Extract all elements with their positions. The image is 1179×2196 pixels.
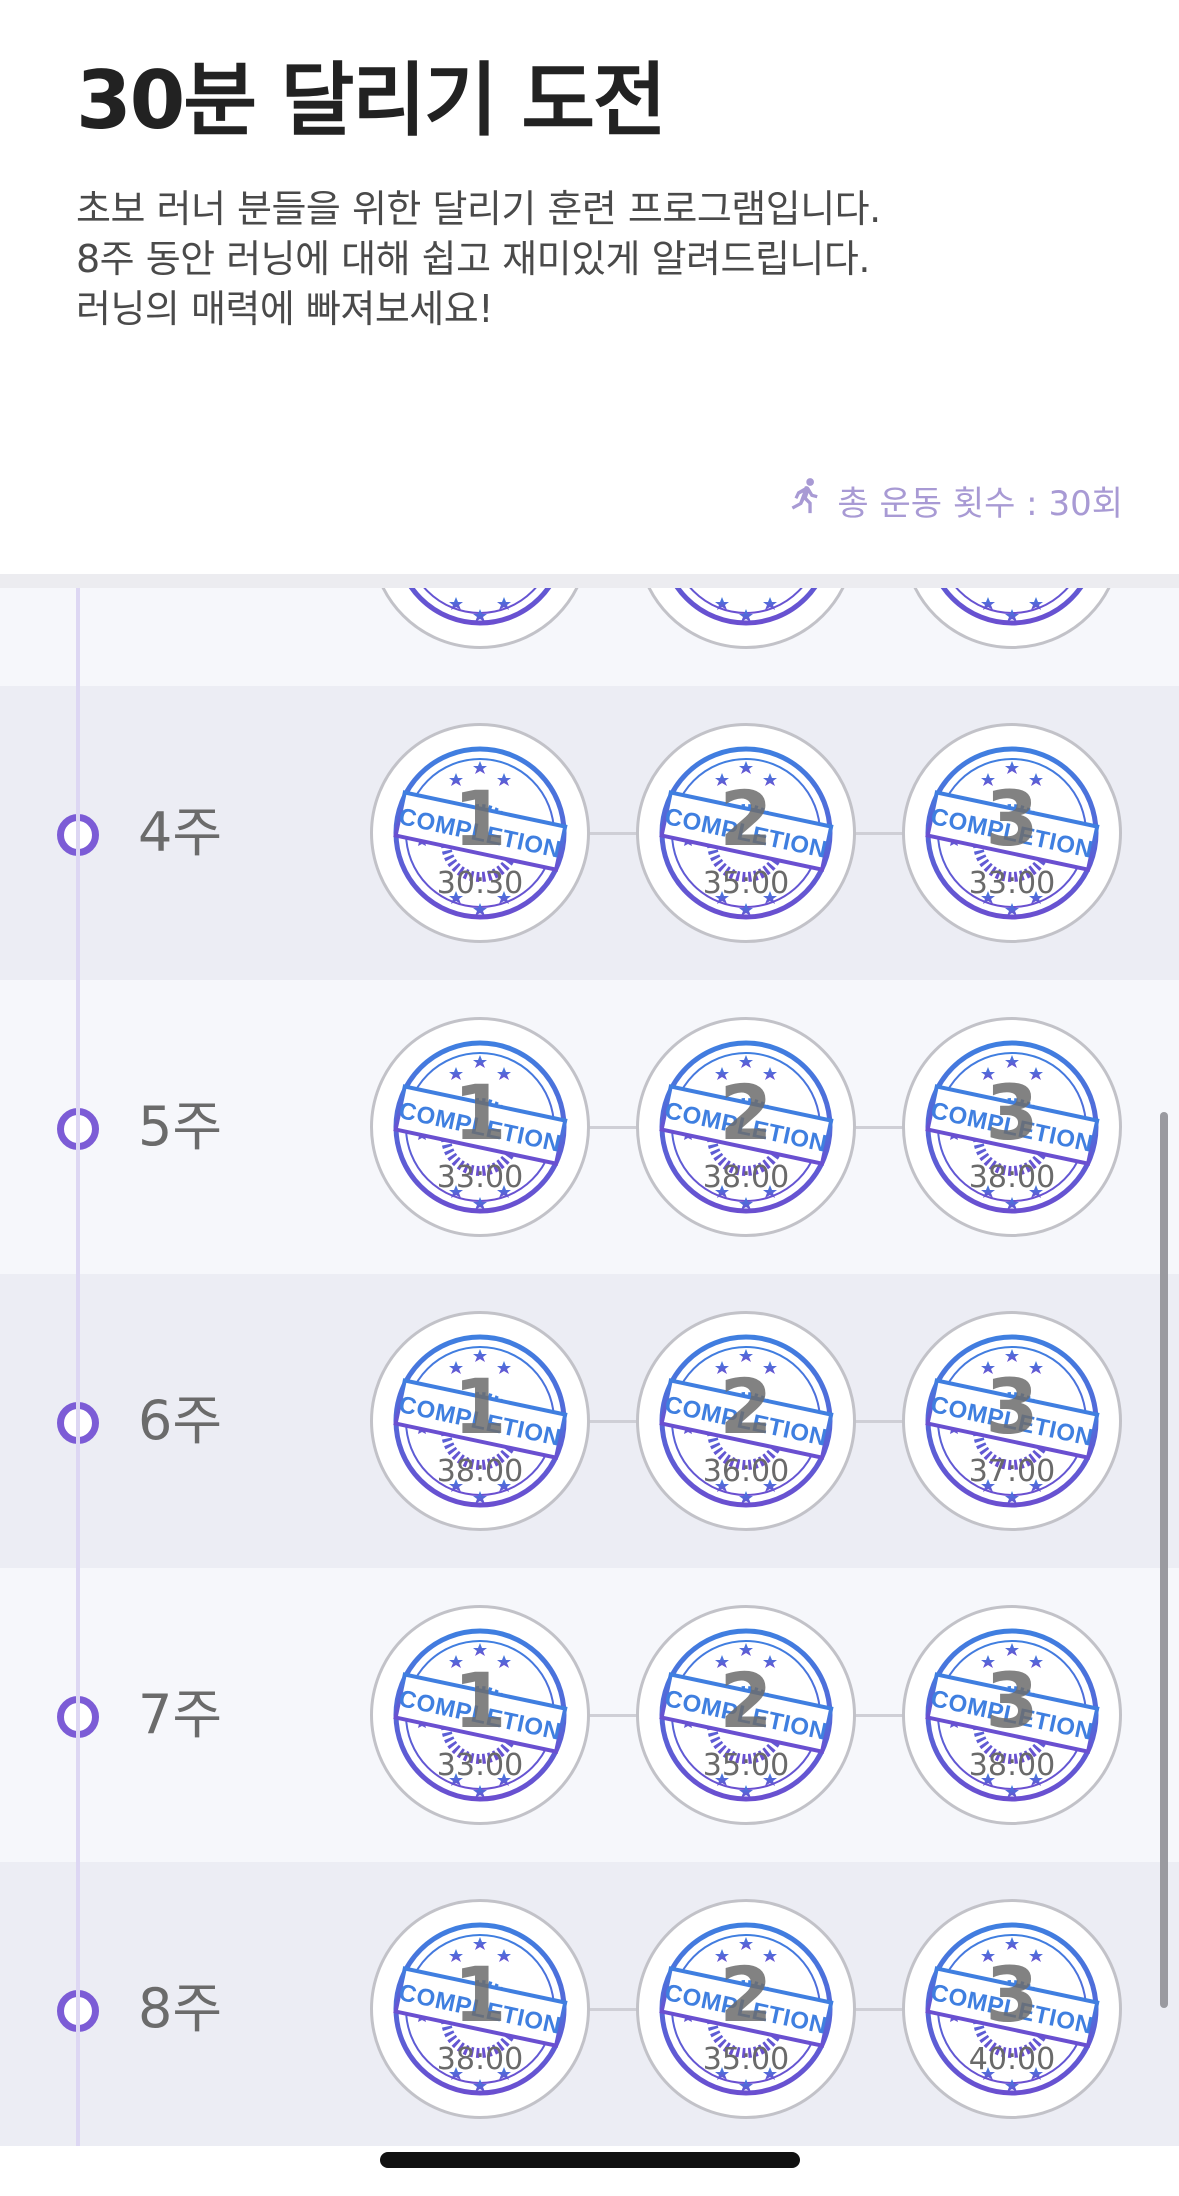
session-connector	[586, 1714, 640, 1717]
session-badge[interactable]: COMPLETION	[902, 588, 1122, 649]
session-badge[interactable]: COMPLETION 2 35:00	[636, 1605, 856, 1825]
session-badge[interactable]: COMPLETION 1 30:30	[370, 723, 590, 943]
session-number: 2	[719, 1362, 773, 1451]
session-number: 1	[453, 1656, 507, 1745]
week-row[interactable]: COMPLETION COMPLETION COMPLETION	[0, 588, 1179, 686]
session-badge[interactable]: COMPLETION 1 38:00	[370, 1899, 590, 2119]
session-badge[interactable]: COMPLETION	[636, 588, 856, 649]
session-badge[interactable]: COMPLETION 3 38:00	[902, 1605, 1122, 1825]
session-number: 3	[985, 774, 1039, 863]
session-connector	[852, 1420, 906, 1423]
session-time: 35:00	[702, 866, 790, 901]
session-time: 30:30	[436, 866, 524, 901]
session-connector	[586, 1420, 640, 1423]
week-row[interactable]: 7주 COMPLETION 1 33:00 COMPLETION 2 35:00 COMPLE…	[0, 1568, 1179, 1862]
session-badge[interactable]: COMPLETION 3 33:00	[902, 723, 1122, 943]
session-connector	[852, 1126, 906, 1129]
session-number: 3	[985, 1068, 1039, 1157]
session-badge[interactable]: COMPLETION 1 38:00	[370, 1311, 590, 1531]
total-workouts-label: 총 운동 횟수 : 30회	[837, 483, 1123, 524]
section-divider	[0, 574, 1179, 588]
week-label: 4주	[138, 801, 223, 864]
completion-stamp-icon: COMPLETION	[408, 588, 552, 626]
session-time: 38:00	[968, 1160, 1056, 1195]
program-description: 초보 러너 분들을 위한 달리기 훈련 프로그램입니다. 8주 동안 러닝에 대…	[76, 184, 1076, 334]
session-connector	[586, 1126, 640, 1129]
session-connector	[852, 2008, 906, 2011]
description-line: 러닝의 매력에 빠져보세요!	[76, 287, 493, 331]
session-time: 38:00	[702, 1160, 790, 1195]
session-time: 35:00	[702, 1748, 790, 1783]
session-badge[interactable]: COMPLETION 2 35:00	[636, 723, 856, 943]
session-number: 1	[453, 1068, 507, 1157]
session-time: 37:00	[968, 1454, 1056, 1489]
week-label: 8주	[138, 1977, 223, 2040]
session-number: 2	[719, 774, 773, 863]
session-time: 38:00	[436, 2042, 524, 2077]
scrollbar[interactable]	[1160, 1112, 1168, 2008]
session-time: 33:00	[968, 866, 1056, 901]
session-connector	[852, 1714, 906, 1717]
session-time: 35:00	[702, 2042, 790, 2077]
session-badge[interactable]: COMPLETION 3 40:00	[902, 1899, 1122, 2119]
week-label: 6주	[138, 1389, 223, 1452]
session-time: 33:00	[436, 1748, 524, 1783]
week-label: 7주	[138, 1683, 223, 1746]
total-workouts: 총 운동 횟수 : 30회	[783, 474, 1123, 526]
week-list[interactable]: COMPLETION COMPLETION COMPLETION 4주 COMPLETI…	[0, 588, 1179, 2146]
session-badge[interactable]: COMPLETION 2 36:00	[636, 1311, 856, 1531]
session-time: 33:00	[436, 1160, 524, 1195]
session-number: 2	[719, 1950, 773, 2039]
session-number: 1	[453, 1950, 507, 2039]
session-time: 36:00	[702, 1454, 790, 1489]
session-number: 1	[453, 774, 507, 863]
completion-stamp-icon: COMPLETION	[674, 588, 818, 626]
description-line: 초보 러너 분들을 위한 달리기 훈련 프로그램입니다.	[76, 187, 881, 231]
session-number: 1	[453, 1362, 507, 1451]
session-number: 2	[719, 1068, 773, 1157]
home-indicator[interactable]	[380, 2152, 800, 2168]
session-time: 38:00	[436, 1454, 524, 1489]
session-badge[interactable]: COMPLETION 2 35:00	[636, 1899, 856, 2119]
app-screen: 30분 달리기 도전 초보 러너 분들을 위한 달리기 훈련 프로그램입니다. …	[0, 0, 1179, 2196]
running-icon	[783, 475, 825, 526]
session-badge[interactable]: COMPLETION 2 38:00	[636, 1017, 856, 1237]
session-number: 2	[719, 1656, 773, 1745]
program-header: 30분 달리기 도전 초보 러너 분들을 위한 달리기 훈련 프로그램입니다. …	[0, 0, 1179, 574]
week-row[interactable]: 4주 COMPLETION 1 30:30 COMPLETION 2 35:00 COMPLE…	[0, 686, 1179, 980]
session-time: 38:00	[968, 1748, 1056, 1783]
timeline-line	[76, 588, 80, 2146]
session-connector	[586, 832, 640, 835]
description-line: 8주 동안 러닝에 대해 쉽고 재미있게 알려드립니다.	[76, 237, 870, 281]
session-badge[interactable]: COMPLETION 3 38:00	[902, 1017, 1122, 1237]
session-badge[interactable]: COMPLETION 1 33:00	[370, 1017, 590, 1237]
session-badge[interactable]: COMPLETION	[370, 588, 590, 649]
week-row[interactable]: 5주 COMPLETION 1 33:00 COMPLETION 2 38:00 COMPLE…	[0, 980, 1179, 1274]
week-row[interactable]: 6주 COMPLETION 1 38:00 COMPLETION 2 36:00 COMPLE…	[0, 1274, 1179, 1568]
page-title: 30분 달리기 도전	[76, 54, 667, 147]
completion-stamp-icon: COMPLETION	[940, 588, 1084, 626]
session-number: 3	[985, 1950, 1039, 2039]
session-badge[interactable]: COMPLETION 3 37:00	[902, 1311, 1122, 1531]
session-connector	[586, 2008, 640, 2011]
session-time: 40:00	[968, 2042, 1056, 2077]
session-connector	[852, 832, 906, 835]
week-label: 5주	[138, 1095, 223, 1158]
session-number: 3	[985, 1656, 1039, 1745]
session-number: 3	[985, 1362, 1039, 1451]
session-badge[interactable]: COMPLETION 1 33:00	[370, 1605, 590, 1825]
week-row[interactable]: 8주 COMPLETION 1 38:00 COMPLETION 2 35:00 COMPLE…	[0, 1862, 1179, 2146]
